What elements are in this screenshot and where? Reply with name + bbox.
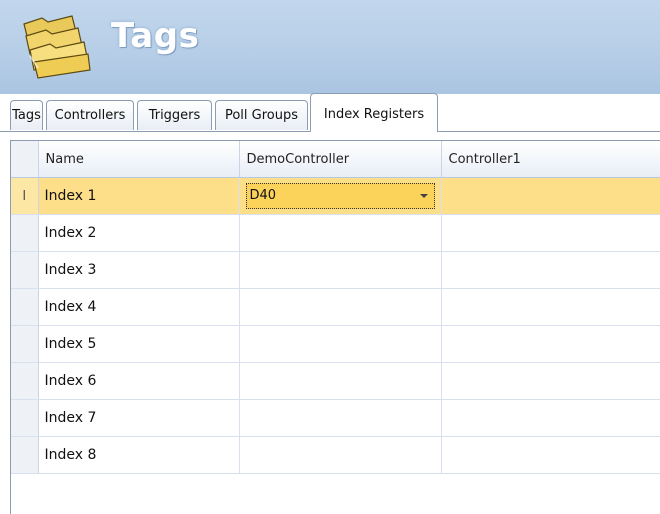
democontroller-cell[interactable]: D40 — [239, 177, 442, 215]
row-name-cell[interactable]: Index 8 — [38, 436, 240, 474]
tab-controllers[interactable]: Controllers — [46, 100, 134, 130]
controller1-cell[interactable] — [441, 325, 660, 363]
register-dropdown[interactable]: D40 — [245, 183, 435, 209]
current-row-indicator-icon: I — [11, 177, 39, 215]
register-dropdown-value: D40 — [249, 188, 277, 203]
table-row[interactable]: Index 5 — [11, 325, 660, 363]
row-name-cell[interactable]: Index 7 — [38, 399, 240, 437]
tab-triggers[interactable]: Triggers — [137, 100, 212, 130]
row-indicator-header — [11, 141, 39, 178]
grid-table: Name DemoController Controller1 I Index … — [11, 141, 660, 474]
row-name-cell[interactable]: Index 1 — [38, 177, 240, 215]
controller1-cell[interactable] — [441, 214, 660, 252]
page-title: Tags — [111, 16, 200, 56]
chevron-down-icon[interactable] — [419, 194, 428, 198]
row-name-cell[interactable]: Index 5 — [38, 325, 240, 363]
democontroller-cell[interactable] — [239, 399, 442, 437]
index-registers-grid: Name DemoController Controller1 I Index … — [10, 140, 660, 487]
democontroller-cell[interactable] — [239, 251, 442, 289]
controller1-cell[interactable] — [441, 251, 660, 289]
grid-empty-area — [10, 486, 660, 514]
controller1-cell[interactable] — [441, 177, 660, 215]
table-row[interactable]: Index 3 — [11, 251, 660, 289]
democontroller-cell[interactable] — [239, 362, 442, 400]
row-name-cell[interactable]: Index 2 — [38, 214, 240, 252]
table-row[interactable]: I Index 1 D40 — [11, 177, 660, 215]
row-indicator[interactable] — [11, 325, 39, 363]
controller1-cell[interactable] — [441, 362, 660, 400]
page-header: Tags — [0, 0, 660, 94]
tab-index-registers[interactable]: Index Registers — [310, 93, 438, 132]
tab-tags[interactable]: Tags — [10, 100, 43, 130]
column-header-democontroller[interactable]: DemoController — [239, 141, 442, 178]
folder-stack-icon — [23, 15, 91, 79]
row-indicator[interactable] — [11, 436, 39, 474]
row-name-cell[interactable]: Index 4 — [38, 288, 240, 326]
table-row[interactable]: Index 2 — [11, 214, 660, 252]
row-indicator[interactable] — [11, 214, 39, 252]
row-indicator[interactable] — [11, 288, 39, 326]
column-header-name[interactable]: Name — [38, 141, 240, 178]
controller1-cell[interactable] — [441, 288, 660, 326]
row-indicator[interactable] — [11, 362, 39, 400]
row-name-cell[interactable]: Index 3 — [38, 251, 240, 289]
table-row[interactable]: Index 8 — [11, 436, 660, 474]
democontroller-cell[interactable] — [239, 436, 442, 474]
row-indicator[interactable] — [11, 399, 39, 437]
column-header-controller1[interactable]: Controller1 — [441, 141, 660, 178]
table-row[interactable]: Index 6 — [11, 362, 660, 400]
table-row[interactable]: Index 4 — [11, 288, 660, 326]
tab-poll-groups[interactable]: Poll Groups — [215, 100, 308, 130]
table-row[interactable]: Index 7 — [11, 399, 660, 437]
row-name-cell[interactable]: Index 6 — [38, 362, 240, 400]
controller1-cell[interactable] — [441, 399, 660, 437]
democontroller-cell[interactable] — [239, 325, 442, 363]
democontroller-cell[interactable] — [239, 214, 442, 252]
row-indicator[interactable] — [11, 251, 39, 289]
democontroller-cell[interactable] — [239, 288, 442, 326]
controller1-cell[interactable] — [441, 436, 660, 474]
grid-header-row: Name DemoController Controller1 — [11, 141, 660, 178]
